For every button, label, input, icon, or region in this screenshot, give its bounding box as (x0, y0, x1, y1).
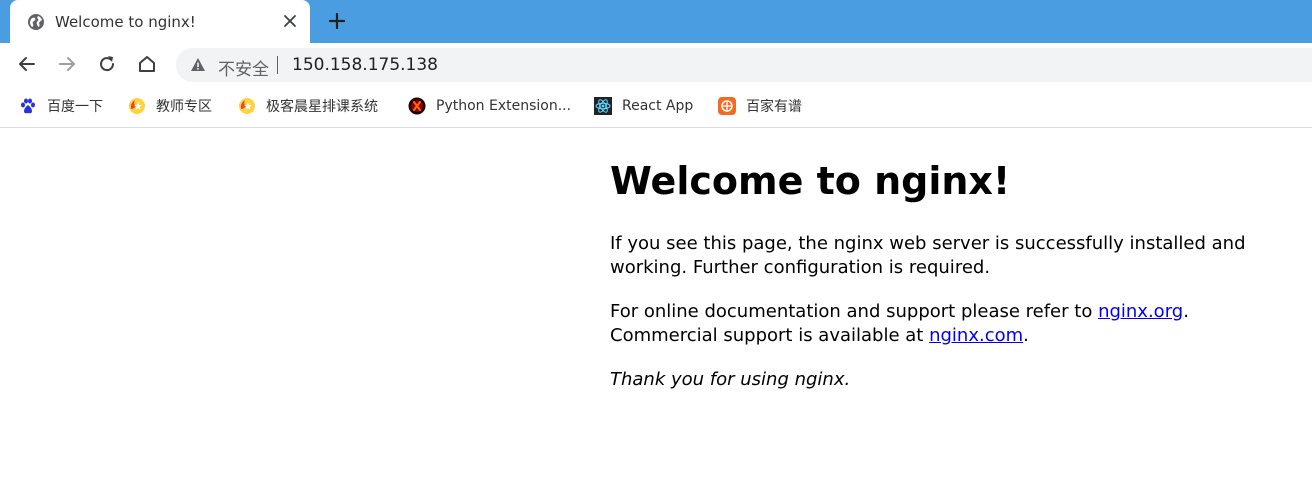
nginx-org-link[interactable]: nginx.org (1098, 301, 1183, 322)
install-message: If you see this page, the nginx web serv… (610, 233, 1246, 278)
bookmark-label: 百度一下 (47, 99, 103, 115)
tab-strip: Welcome to nginx! (0, 0, 1312, 43)
thanks-message: Thank you for using nginx. (610, 368, 1270, 392)
bookmark-item[interactable]: 百家有谱 (718, 95, 802, 117)
page-title: Welcome to nginx! (610, 159, 1011, 203)
reload-icon[interactable] (96, 53, 118, 75)
tab-title: Welcome to nginx! (55, 13, 196, 31)
bookmarks-bar: 百度一下 教师专区 极客晨星排课系统 Python Extension... R… (0, 86, 1312, 128)
page-content: Welcome to nginx! If you see this page, … (0, 128, 1312, 487)
commercial-text: Commercial support is available at (610, 325, 930, 346)
browser-window: Welcome to nginx! 不安全 150.158.175.138 百度… (0, 0, 1312, 487)
close-icon[interactable] (281, 12, 299, 30)
docs-period: . (1183, 301, 1189, 322)
bookmark-item[interactable]: React App (594, 95, 693, 117)
globe-icon (28, 14, 44, 30)
address-bar[interactable]: 不安全 150.158.175.138 (176, 48, 1312, 82)
home-icon[interactable] (136, 53, 158, 75)
react-icon (594, 97, 612, 115)
flame-star-icon (239, 98, 255, 114)
new-tab-plus-icon[interactable] (326, 10, 348, 32)
docs-text: For online documentation and support ple… (610, 301, 1099, 322)
flame-star-icon (129, 98, 145, 114)
bookmark-item[interactable]: Python Extension... (408, 95, 571, 117)
nginx-welcome: Welcome to nginx! If you see this page, … (610, 158, 1270, 412)
baidu-paw-icon (21, 98, 35, 114)
bookmark-label: 极客晨星排课系统 (266, 99, 378, 115)
bookmark-item[interactable]: 极客晨星排课系统 (238, 95, 378, 117)
tab-active[interactable]: Welcome to nginx! (10, 0, 310, 43)
python-extension-icon (408, 97, 426, 115)
warning-triangle-icon[interactable] (190, 57, 206, 73)
bookmark-label: React App (622, 98, 694, 114)
omnibox-separator (277, 56, 278, 74)
forward-arrow-icon[interactable] (56, 53, 78, 75)
security-status-label[interactable]: 不安全 (218, 55, 269, 80)
bookmark-label: 教师专区 (156, 99, 212, 115)
bookmark-label: Python Extension... (436, 98, 572, 114)
bookmark-label: 百家有谱 (746, 99, 802, 115)
thanks-text: Thank you for using nginx. (610, 369, 851, 390)
commercial-period: . (1023, 325, 1029, 346)
toolbar: 不安全 150.158.175.138 (0, 43, 1312, 86)
nginx-com-link[interactable]: nginx.com (929, 325, 1023, 346)
docs-message: For online documentation and support ple… (610, 300, 1270, 348)
url-text[interactable]: 150.158.175.138 (292, 55, 438, 75)
bookmark-item[interactable]: 百度一下 (19, 95, 103, 117)
back-arrow-icon[interactable] (16, 53, 38, 75)
bookmark-item[interactable]: 教师专区 (128, 95, 212, 117)
baijia-icon (718, 97, 736, 115)
